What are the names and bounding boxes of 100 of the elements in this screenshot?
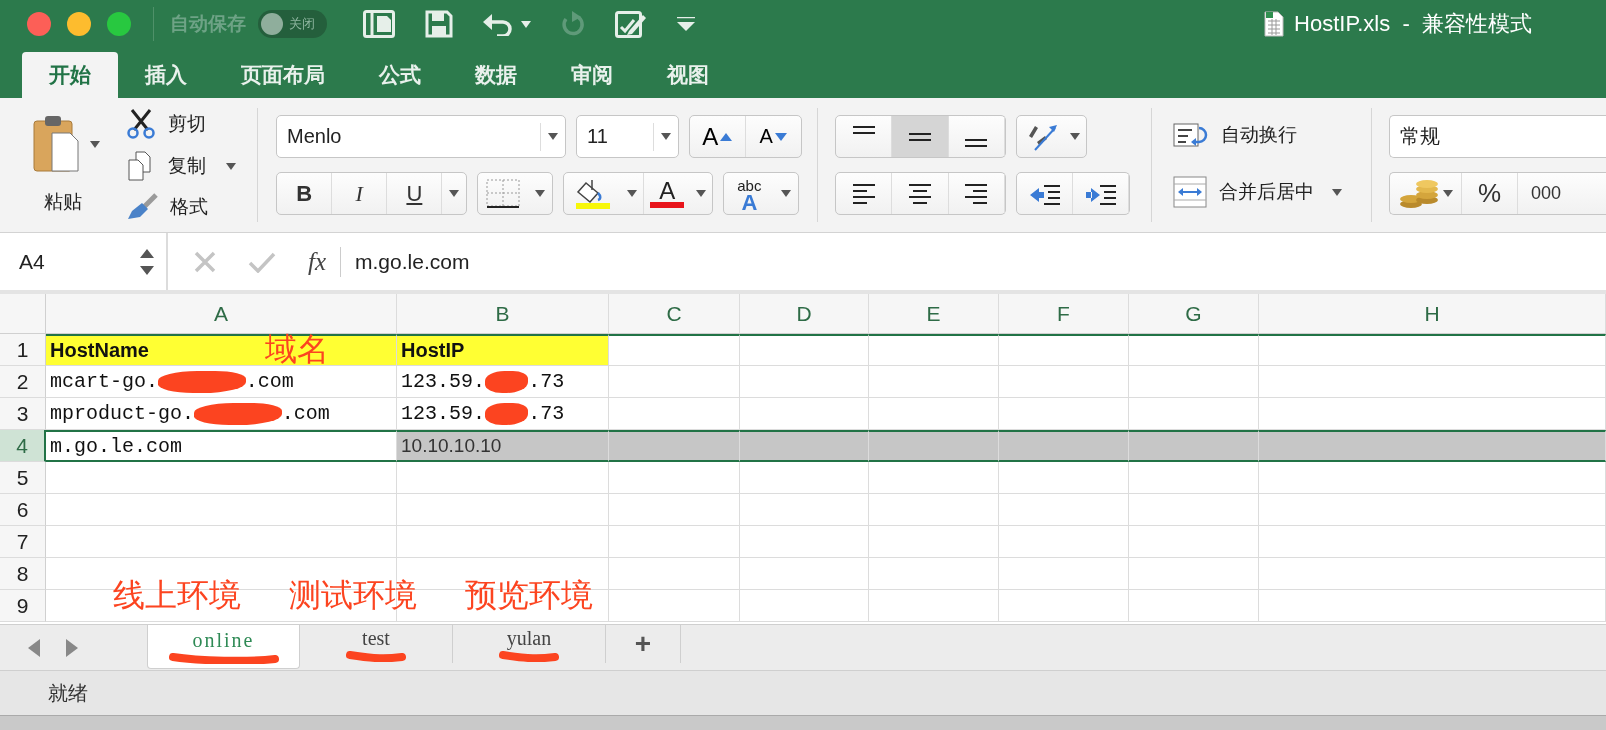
previous-sheet-icon[interactable]	[28, 639, 40, 657]
column-header[interactable]: D	[740, 294, 869, 334]
paint-bucket-icon	[573, 178, 612, 209]
number-format-field[interactable]: 常规	[1389, 115, 1606, 158]
row-header[interactable]: 8	[0, 558, 46, 590]
clipboard-button[interactable]: 复制	[126, 151, 236, 181]
scissors-icon	[126, 109, 156, 139]
column-header[interactable]: A	[46, 294, 397, 334]
caret-icon[interactable]	[521, 20, 531, 28]
row-header[interactable]: 9	[0, 590, 46, 622]
row-header[interactable]: 6	[0, 494, 46, 526]
ribbon-tab[interactable]: 公式	[352, 52, 448, 98]
caret-icon[interactable]	[781, 190, 792, 197]
ribbon-tab[interactable]: 审阅	[544, 52, 640, 98]
sheet-tab[interactable]: online	[147, 625, 300, 669]
caret-icon[interactable]	[449, 190, 460, 197]
column-header[interactable]: G	[1129, 294, 1259, 334]
cell-text: .com	[281, 402, 330, 425]
add-sheet-button[interactable]: +	[606, 625, 681, 663]
orientation-button[interactable]	[1016, 115, 1087, 158]
annotation-text: 线上环境	[113, 578, 241, 612]
row-header[interactable]: 4	[0, 430, 46, 462]
borders-button[interactable]	[477, 172, 553, 215]
caret-icon[interactable]	[1442, 190, 1453, 197]
next-sheet-icon[interactable]	[66, 639, 78, 657]
brush-icon	[126, 193, 158, 221]
edit-icon[interactable]	[615, 9, 647, 39]
caret-icon[interactable]	[534, 190, 545, 197]
align-bottom-icon	[965, 139, 988, 147]
align-top-icon	[852, 126, 875, 134]
ribbon-tab[interactable]: 页面布局	[214, 52, 352, 98]
row-header[interactable]: 1	[0, 334, 46, 366]
check-icon[interactable]	[248, 250, 276, 273]
column-header[interactable]: H	[1259, 294, 1606, 334]
percent-button[interactable]: %	[1462, 173, 1518, 214]
status-text: 就绪	[48, 680, 88, 706]
spreadsheet-file-icon	[1264, 11, 1285, 37]
sheet-tab[interactable]: yulan	[453, 625, 606, 663]
font-name-field[interactable]: Menlo	[276, 115, 566, 158]
paste-button[interactable]: 粘贴	[26, 115, 100, 215]
caret-icon[interactable]	[661, 133, 671, 140]
table-cell: 10.10.10.10	[397, 430, 609, 462]
clipboard-button[interactable]: 剪切	[126, 109, 236, 139]
cell-text: mcart-go.	[50, 370, 159, 393]
row-header[interactable]: 2	[0, 366, 46, 398]
column-header[interactable]: C	[609, 294, 740, 334]
align-middle-button[interactable]	[892, 116, 949, 157]
italic-button[interactable]: I	[332, 173, 388, 214]
borders-icon	[485, 178, 520, 209]
shrink-font-button[interactable]: A	[745, 116, 801, 157]
clipboard-icon	[32, 115, 80, 173]
text-effects-button[interactable]: abc A	[724, 173, 775, 214]
thousands-button[interactable]: 000	[1518, 173, 1574, 214]
wrap-text-button[interactable]: 自动换行	[1173, 122, 1371, 148]
underline-button[interactable]: U	[387, 173, 443, 214]
caret-icon[interactable]	[1070, 133, 1081, 140]
annotation-text: 预览环境	[465, 578, 593, 612]
insert-function-button[interactable]: fx	[308, 247, 327, 276]
name-box[interactable]: A4	[0, 233, 168, 290]
row-header[interactable]: 3	[0, 398, 46, 430]
wrap-text-icon	[1173, 122, 1209, 148]
save-icon[interactable]	[425, 10, 453, 38]
align-middle-icon	[909, 132, 931, 141]
bold-button[interactable]: B	[277, 173, 333, 214]
ribbon-tab[interactable]: 插入	[118, 52, 214, 98]
cell-text: .73	[528, 370, 565, 393]
caret-icon[interactable]	[548, 133, 558, 140]
caret-icon[interactable]	[1332, 188, 1342, 196]
ribbon-tab[interactable]: 视图	[640, 52, 736, 98]
clipboard-button[interactable]: 格式	[126, 193, 236, 221]
caret-icon[interactable]	[226, 162, 236, 170]
cell-text: .com	[245, 370, 294, 393]
merge-center-button[interactable]: 合并后居中	[1173, 176, 1371, 208]
caret-icon[interactable]	[627, 190, 638, 197]
autosave-label: 自动保存	[170, 12, 246, 36]
ribbon-tab[interactable]: 数据	[448, 52, 544, 98]
cell-text: 123.59.	[401, 402, 485, 425]
caret-icon[interactable]	[696, 190, 707, 197]
sidebar-icon[interactable]	[363, 10, 395, 38]
row-header[interactable]: 5	[0, 462, 46, 494]
column-header[interactable]: B	[397, 294, 609, 334]
table-cell: HostIP	[397, 334, 609, 366]
grow-font-button[interactable]: A	[690, 116, 746, 157]
cell-text: mproduct-go.	[50, 402, 195, 425]
caret-icon[interactable]	[90, 140, 100, 148]
customize-icon[interactable]	[677, 17, 695, 31]
table-cell: m.go.le.com	[46, 430, 397, 462]
column-header[interactable]: F	[999, 294, 1129, 334]
font-color-button[interactable]: A	[643, 173, 691, 214]
ribbon-tab[interactable]: 开始	[22, 52, 118, 98]
row-header[interactable]: 7	[0, 526, 46, 558]
font-size-field[interactable]: 11	[576, 115, 679, 158]
autosave-toggle[interactable]: 关闭	[258, 10, 327, 38]
annotation-text: 测试环境	[289, 578, 417, 612]
formula-field[interactable]: m.go.le.com	[355, 249, 470, 274]
minimize-button[interactable]	[67, 12, 91, 36]
column-header[interactable]: E	[869, 294, 999, 334]
cell-text: .73	[528, 402, 565, 425]
undo-icon[interactable]	[483, 12, 513, 36]
sheet-tab[interactable]: test	[300, 625, 453, 663]
